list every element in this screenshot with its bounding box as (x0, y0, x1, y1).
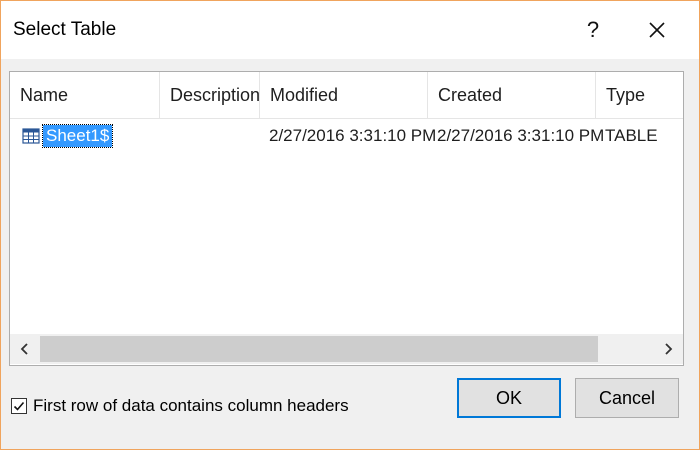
table-name: Sheet1$ (41, 124, 114, 148)
chevron-left-icon (20, 343, 28, 355)
scroll-left-button[interactable] (10, 334, 40, 364)
scroll-right-button[interactable] (653, 334, 683, 364)
close-icon (649, 22, 665, 38)
first-row-headers-checkbox[interactable] (11, 398, 27, 414)
column-headers: Name Description Modified Created Type (10, 72, 683, 119)
ok-button[interactable]: OK (457, 378, 561, 418)
created-cell: 2/27/2016 3:31:10 PM (437, 126, 605, 145)
help-icon: ? (586, 17, 600, 42)
first-row-headers-option[interactable]: First row of data contains column header… (11, 393, 349, 419)
title-bar: Select Table ? (1, 1, 699, 59)
close-button[interactable] (631, 11, 683, 49)
first-row-headers-label: First row of data contains column header… (33, 396, 349, 415)
table-list[interactable]: Name Description Modified Created Type S… (9, 71, 684, 366)
chevron-right-icon (665, 343, 673, 355)
scroll-thumb[interactable] (40, 336, 598, 362)
modified-cell: 2/27/2016 3:31:10 PM (269, 126, 437, 145)
type-cell: TABLE (605, 126, 658, 145)
name-cell[interactable]: Sheet1$ (22, 122, 114, 150)
cancel-button[interactable]: Cancel (575, 378, 679, 418)
checkmark-icon (13, 401, 25, 411)
column-header-created[interactable]: Created (428, 72, 596, 118)
column-header-description[interactable]: Description (160, 72, 260, 118)
horizontal-scrollbar[interactable] (10, 334, 683, 364)
select-table-dialog: Select Table ? Name Description Modified… (0, 0, 700, 450)
column-header-name[interactable]: Name (10, 72, 160, 118)
table-icon (22, 128, 40, 144)
column-header-modified[interactable]: Modified (260, 72, 428, 118)
help-button[interactable]: ? (567, 11, 619, 49)
dialog-title: Select Table (13, 19, 117, 40)
table-row[interactable]: Sheet1$ 2/27/2016 3:31:10 PM 2/27/2016 3… (10, 122, 683, 150)
column-header-type[interactable]: Type (596, 72, 683, 118)
